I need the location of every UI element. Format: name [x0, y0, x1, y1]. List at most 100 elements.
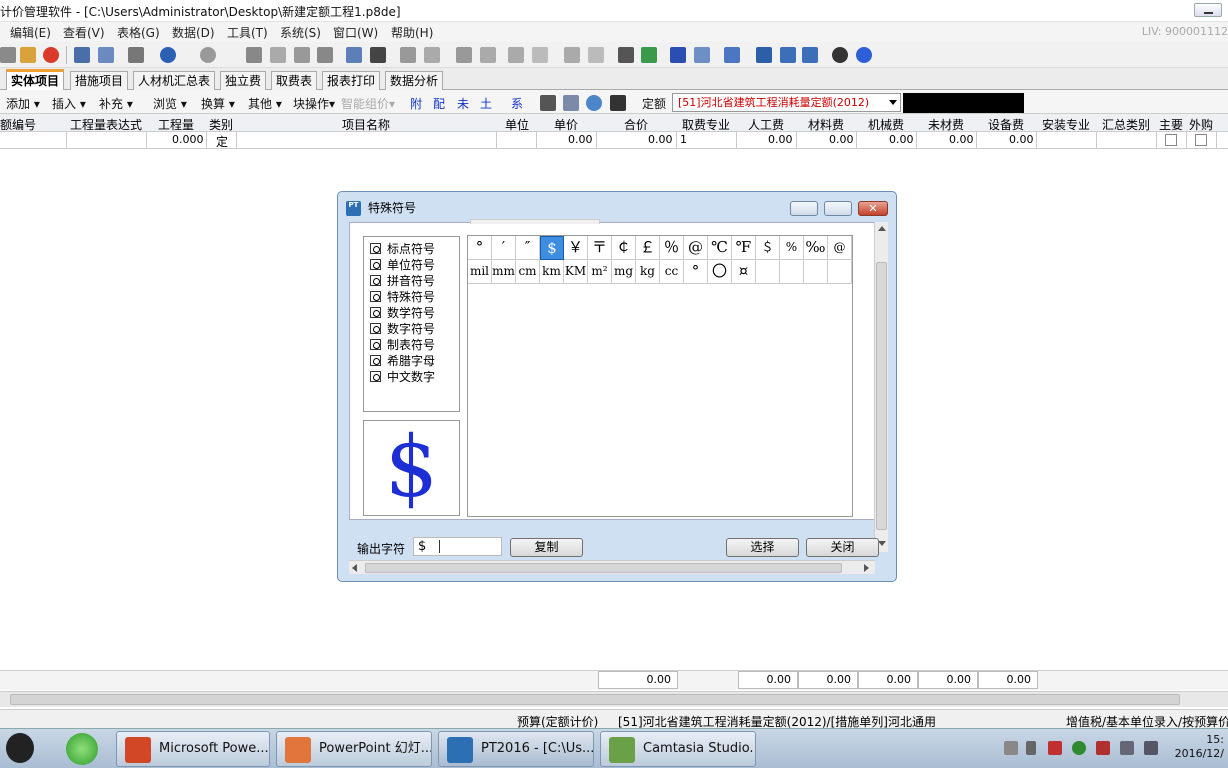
dialog-close-x-button[interactable]: ✕: [858, 201, 888, 216]
symbol-cell[interactable]: cm: [516, 260, 540, 284]
category-units[interactable]: 单位符号: [370, 256, 435, 273]
symbol-cell[interactable]: ￠: [612, 236, 636, 260]
volume-icon[interactable]: [1120, 741, 1134, 755]
col-equipment[interactable]: 设备费: [988, 116, 1024, 133]
main-checkbox[interactable]: [1165, 134, 1177, 146]
refresh-icon[interactable]: [641, 47, 657, 63]
col-unpriced[interactable]: 未材费: [928, 116, 964, 133]
tab-data-analysis[interactable]: 数据分析: [385, 71, 444, 90]
col-quantity[interactable]: 工程量: [158, 116, 194, 133]
symbol-cell[interactable]: ℉: [732, 236, 756, 260]
dialog-maximize-button[interactable]: [824, 201, 852, 216]
col-material[interactable]: 材料费: [808, 116, 844, 133]
symbol-cell[interactable]: cc: [660, 260, 684, 284]
cell-labor[interactable]: 0.00: [768, 133, 793, 146]
qq-icon[interactable]: [6, 733, 34, 763]
col-expression[interactable]: 工程量表达式: [70, 116, 142, 133]
col-total[interactable]: 合价: [624, 116, 648, 133]
col-type[interactable]: 类别: [209, 116, 233, 133]
symbol-cell[interactable]: @: [684, 236, 708, 260]
calculator-icon[interactable]: [694, 47, 710, 63]
symbol-cell[interactable]: %: [780, 236, 804, 260]
help-icon[interactable]: [856, 47, 872, 63]
minimize-button[interactable]: [1194, 3, 1222, 17]
cell-equipment[interactable]: 0.00: [1009, 133, 1034, 146]
col-labor[interactable]: 人工费: [748, 116, 784, 133]
menu-data[interactable]: 数据(D): [172, 24, 215, 41]
cell-total[interactable]: 0.00: [648, 133, 673, 146]
scroll-left-icon[interactable]: [352, 564, 357, 572]
menu-table[interactable]: 表格(G): [117, 24, 160, 41]
star-icon[interactable]: [670, 47, 686, 63]
col-summary-type[interactable]: 汇总类别: [1102, 116, 1150, 133]
menu-system[interactable]: 系统(S): [280, 24, 321, 41]
symbol-cell[interactable]: [804, 260, 828, 284]
menu-view[interactable]: 查看(V): [63, 24, 105, 41]
tab-independent-fee[interactable]: 独立费: [220, 71, 267, 90]
symbol-cell[interactable]: mm: [492, 260, 516, 284]
col-item-name[interactable]: 项目名称: [342, 116, 390, 133]
symbol-cell[interactable]: mg: [612, 260, 636, 284]
copy-icon[interactable]: [270, 47, 286, 63]
cut-icon[interactable]: [246, 47, 262, 63]
redo-icon[interactable]: [200, 47, 216, 63]
col-unit-price[interactable]: 单价: [554, 116, 578, 133]
symbol-cell[interactable]: [828, 260, 852, 284]
security-icon[interactable]: [1072, 741, 1086, 755]
task-powerpoint-1[interactable]: Microsoft Powe...: [116, 731, 270, 767]
symbol-cell[interactable]: ％: [660, 236, 684, 260]
list2-icon[interactable]: [532, 47, 548, 63]
up-icon[interactable]: [456, 47, 472, 63]
symbol-cell[interactable]: °: [468, 236, 492, 260]
print-icon[interactable]: [128, 47, 144, 63]
symbol-cell[interactable]: ′: [492, 236, 516, 260]
symbol-cell[interactable]: km: [540, 260, 564, 284]
category-greek[interactable]: 希腊字母: [370, 352, 435, 369]
symbol-cell[interactable]: ￥: [564, 236, 588, 260]
cell-quantity[interactable]: 0.000: [172, 133, 204, 146]
category-table[interactable]: 制表符号: [370, 336, 435, 353]
close-button[interactable]: 关闭: [806, 538, 879, 557]
layout-icon[interactable]: [802, 47, 818, 63]
other-dropdown[interactable]: 其他 ▾: [248, 95, 282, 112]
symbol-cell[interactable]: ¤: [732, 260, 756, 284]
category-chinese-numerals[interactable]: 中文数字: [370, 368, 435, 385]
symbol-cell[interactable]: [756, 260, 780, 284]
horizontal-scrollbar[interactable]: [0, 691, 1228, 707]
symbol-cell[interactable]: KM: [564, 260, 588, 284]
table-row[interactable]: 0.000 定 0.00 0.00 1 0.00 0.00 0.00 0.00 …: [0, 132, 1228, 149]
symbol-cell[interactable]: ￡: [636, 236, 660, 260]
insert-icon[interactable]: [346, 47, 362, 63]
clock[interactable]: 15: 2016/12/: [1175, 733, 1224, 761]
symbol-cell[interactable]: m²: [588, 260, 612, 284]
dialog-horizontal-scrollbar[interactable]: [349, 560, 875, 574]
supplement-dropdown[interactable]: 补充 ▾: [99, 95, 133, 112]
network-tool-icon[interactable]: [1096, 741, 1110, 755]
start-orb-icon[interactable]: [66, 733, 98, 765]
quota-select[interactable]: [51]河北省建筑工程消耗量定额(2012): [672, 93, 901, 112]
task-camtasia[interactable]: Camtasia Studio...: [600, 731, 756, 767]
cell-fee-major[interactable]: 1: [680, 133, 687, 146]
edit-icon[interactable]: [370, 47, 386, 63]
tab-measures[interactable]: 措施项目: [70, 71, 129, 90]
number-icon[interactable]: [610, 95, 626, 111]
scroll-up-icon[interactable]: [878, 226, 886, 231]
task-powerpoint-2[interactable]: PowerPoint 幻灯...: [276, 731, 432, 767]
move-left-icon[interactable]: [424, 47, 440, 63]
scroll-right-icon[interactable]: [864, 564, 869, 572]
coefficient-button[interactable]: 系: [511, 95, 523, 112]
col-fee-major[interactable]: 取费专业: [682, 116, 730, 133]
match-button[interactable]: 配: [433, 95, 445, 112]
new-icon[interactable]: [0, 47, 16, 63]
symbol-cell[interactable]: ″: [516, 236, 540, 260]
smart-pricing-dropdown[interactable]: 智能组价▾: [341, 95, 395, 112]
symbol-cell[interactable]: ＄: [756, 236, 780, 260]
menu-help[interactable]: 帮助(H): [391, 24, 433, 41]
symbol-cell[interactable]: kg: [636, 260, 660, 284]
symbol-cell[interactable]: ℃: [708, 236, 732, 260]
symbol-cell[interactable]: ‰: [804, 236, 828, 260]
copy-button[interactable]: 复制: [510, 538, 583, 557]
list-icon[interactable]: [508, 47, 524, 63]
cell-unit-price[interactable]: 0.00: [568, 133, 593, 146]
outdent-icon[interactable]: [588, 47, 604, 63]
